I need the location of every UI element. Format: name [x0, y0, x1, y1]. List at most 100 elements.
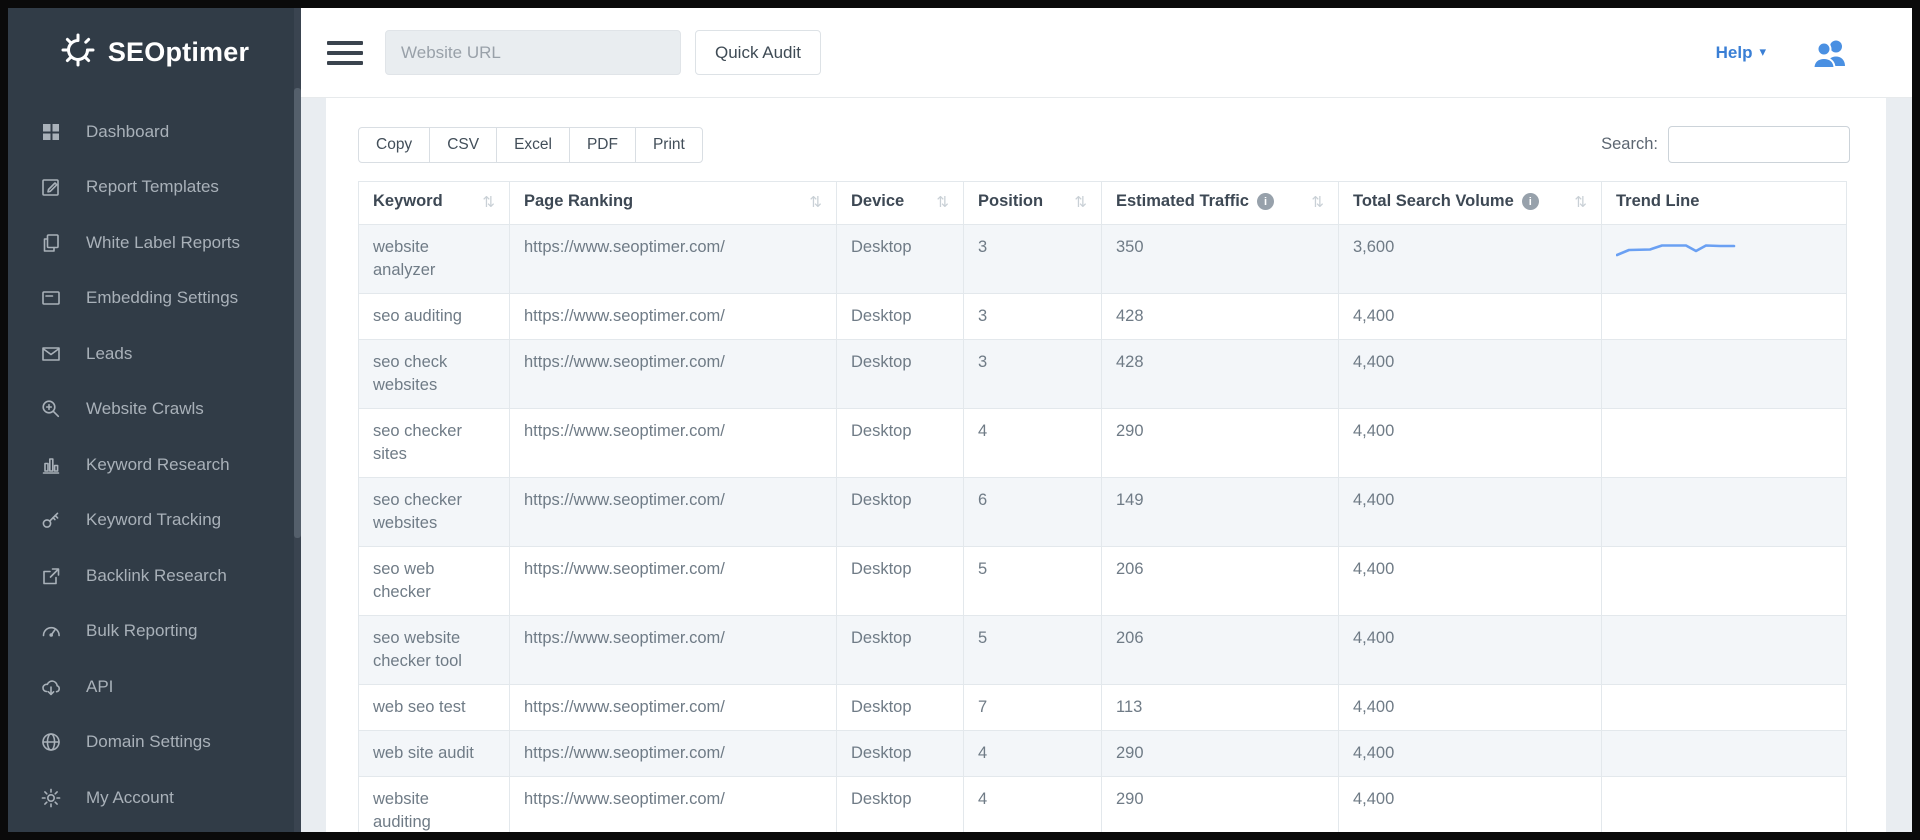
cell-total-search-volume: 3,600 — [1339, 225, 1602, 294]
cell-keyword: website analyzer — [359, 225, 510, 294]
sidebar-item-keyword-research[interactable]: Keyword Research — [8, 437, 301, 493]
sidebar-item-embedding-settings[interactable]: Embedding Settings — [8, 271, 301, 327]
app-window: SEOptimer Dashboard Report TemplatesWhite… — [0, 0, 1920, 840]
sort-icon: ⇅ — [474, 193, 495, 211]
sidebar-item-label: Dashboard — [86, 122, 169, 142]
cell-keyword: website auditing — [359, 777, 510, 833]
print-export-button[interactable]: Print — [635, 127, 703, 163]
sidebar-item-api[interactable]: API — [8, 659, 301, 715]
cell-position: 4 — [964, 409, 1102, 478]
cell-keyword: web seo test — [359, 685, 510, 731]
table-search-input[interactable] — [1668, 126, 1850, 163]
brand-name: SEOptimer — [108, 37, 249, 68]
sidebar-item-backlink-research[interactable]: Backlink Research — [8, 548, 301, 604]
bulk-reporting-icon — [40, 620, 62, 642]
sidebar-item-label: Leads — [86, 344, 132, 364]
cell-estimated-traffic: 428 — [1102, 340, 1339, 409]
cell-page-ranking: https://www.seoptimer.com/ — [510, 225, 837, 294]
cell-trend-line — [1602, 616, 1847, 685]
column-header-total-search-volume[interactable]: Total Search Volumei⇅ — [1339, 182, 1602, 225]
cell-trend-line — [1602, 294, 1847, 340]
column-header-keyword[interactable]: Keyword⇅ — [359, 182, 510, 225]
sort-icon: ⇅ — [928, 193, 949, 211]
cell-page-ranking: https://www.seoptimer.com/ — [510, 409, 837, 478]
help-dropdown[interactable]: Help ▾ — [1716, 43, 1766, 63]
seoptimer-gear-icon — [60, 32, 96, 73]
cell-page-ranking: https://www.seoptimer.com/ — [510, 340, 837, 409]
column-header-position[interactable]: Position⇅ — [964, 182, 1102, 225]
cell-device: Desktop — [837, 294, 964, 340]
sidebar-item-label: Keyword Research — [86, 455, 230, 475]
sort-icon: ⇅ — [801, 193, 822, 211]
sidebar-item-keyword-tracking[interactable]: Keyword Tracking — [8, 493, 301, 549]
white-label-reports-icon — [40, 232, 62, 254]
column-label: Page Ranking — [524, 192, 633, 211]
cell-page-ranking: https://www.seoptimer.com/ — [510, 685, 837, 731]
sidebar-scrollbar-thumb[interactable] — [294, 88, 301, 538]
info-icon[interactable]: i — [1257, 193, 1274, 210]
menu-toggle-icon[interactable] — [327, 39, 365, 67]
cell-keyword: seo checker sites — [359, 409, 510, 478]
copy-export-button[interactable]: Copy — [358, 127, 430, 163]
account-users-icon[interactable] — [1810, 37, 1850, 69]
sidebar-item-label: My Account — [86, 788, 174, 808]
cell-estimated-traffic: 113 — [1102, 685, 1339, 731]
csv-export-button[interactable]: CSV — [429, 127, 497, 163]
cell-trend-line — [1602, 547, 1847, 616]
column-label: Position — [978, 192, 1043, 211]
excel-export-button[interactable]: Excel — [496, 127, 570, 163]
table-row: web seo testhttps://www.seoptimer.com/De… — [359, 685, 1847, 731]
table-row: website auditinghttps://www.seoptimer.co… — [359, 777, 1847, 833]
sidebar-item-label: Backlink Research — [86, 566, 227, 586]
column-header-page-ranking[interactable]: Page Ranking ⇅ — [510, 182, 837, 225]
cell-total-search-volume: 4,400 — [1339, 294, 1602, 340]
keyword-research-icon — [40, 454, 62, 476]
leads-icon — [40, 343, 62, 365]
sidebar-item-website-crawls[interactable]: Website Crawls — [8, 382, 301, 438]
cell-page-ranking: https://www.seoptimer.com/ — [510, 616, 837, 685]
help-label: Help — [1716, 43, 1753, 63]
sort-icon: ⇅ — [1566, 193, 1587, 211]
sidebar-item-domain-settings[interactable]: Domain Settings — [8, 715, 301, 771]
cell-keyword: seo website checker tool — [359, 616, 510, 685]
pdf-export-button[interactable]: PDF — [569, 127, 636, 163]
cell-estimated-traffic: 290 — [1102, 777, 1339, 833]
embedding-settings-icon — [40, 287, 62, 309]
sidebar-item-bulk-reporting[interactable]: Bulk Reporting — [8, 604, 301, 660]
page-scrollbar-track[interactable] — [1886, 98, 1912, 832]
column-header-estimated-traffic[interactable]: Estimated Traffici⇅ — [1102, 182, 1339, 225]
sidebar: SEOptimer Dashboard Report TemplatesWhite… — [8, 8, 301, 832]
sidebar-scrollbar[interactable] — [294, 8, 301, 832]
cell-estimated-traffic: 149 — [1102, 478, 1339, 547]
my-account-icon — [40, 787, 62, 809]
sidebar-item-label: Bulk Reporting — [86, 621, 198, 641]
api-icon — [40, 676, 62, 698]
table-row: website analyzerhttps://www.seoptimer.co… — [359, 225, 1847, 294]
cell-page-ranking: https://www.seoptimer.com/ — [510, 547, 837, 616]
cell-device: Desktop — [837, 616, 964, 685]
cell-page-ranking: https://www.seoptimer.com/ — [510, 294, 837, 340]
cell-device: Desktop — [837, 478, 964, 547]
table-row: seo checker websiteshttps://www.seoptime… — [359, 478, 1847, 547]
info-icon[interactable]: i — [1522, 193, 1539, 210]
quick-audit-button[interactable]: Quick Audit — [695, 30, 821, 75]
cell-total-search-volume: 4,400 — [1339, 616, 1602, 685]
left-gutter — [301, 98, 326, 832]
brand-logo[interactable]: SEOptimer — [8, 8, 301, 96]
sidebar-item-leads[interactable]: Leads — [8, 326, 301, 382]
report-templates-icon — [40, 176, 62, 198]
website-url-input[interactable] — [385, 30, 681, 75]
column-label: Trend Line — [1616, 192, 1699, 211]
sidebar-item-dashboard[interactable]: Dashboard — [8, 104, 301, 160]
keyword-tracking-icon — [40, 509, 62, 531]
cell-total-search-volume: 4,400 — [1339, 547, 1602, 616]
cell-position: 3 — [964, 340, 1102, 409]
sidebar-item-white-label-reports[interactable]: White Label Reports — [8, 215, 301, 271]
sidebar-nav: Dashboard Report TemplatesWhite Label Rep… — [8, 96, 301, 826]
sidebar-item-report-templates[interactable]: Report Templates — [8, 160, 301, 216]
cell-page-ranking: https://www.seoptimer.com/ — [510, 777, 837, 833]
chevron-down-icon: ▾ — [1759, 45, 1766, 60]
sidebar-item-my-account[interactable]: My Account — [8, 770, 301, 826]
table-row: seo auditinghttps://www.seoptimer.com/De… — [359, 294, 1847, 340]
column-header-device[interactable]: Device⇅ — [837, 182, 964, 225]
